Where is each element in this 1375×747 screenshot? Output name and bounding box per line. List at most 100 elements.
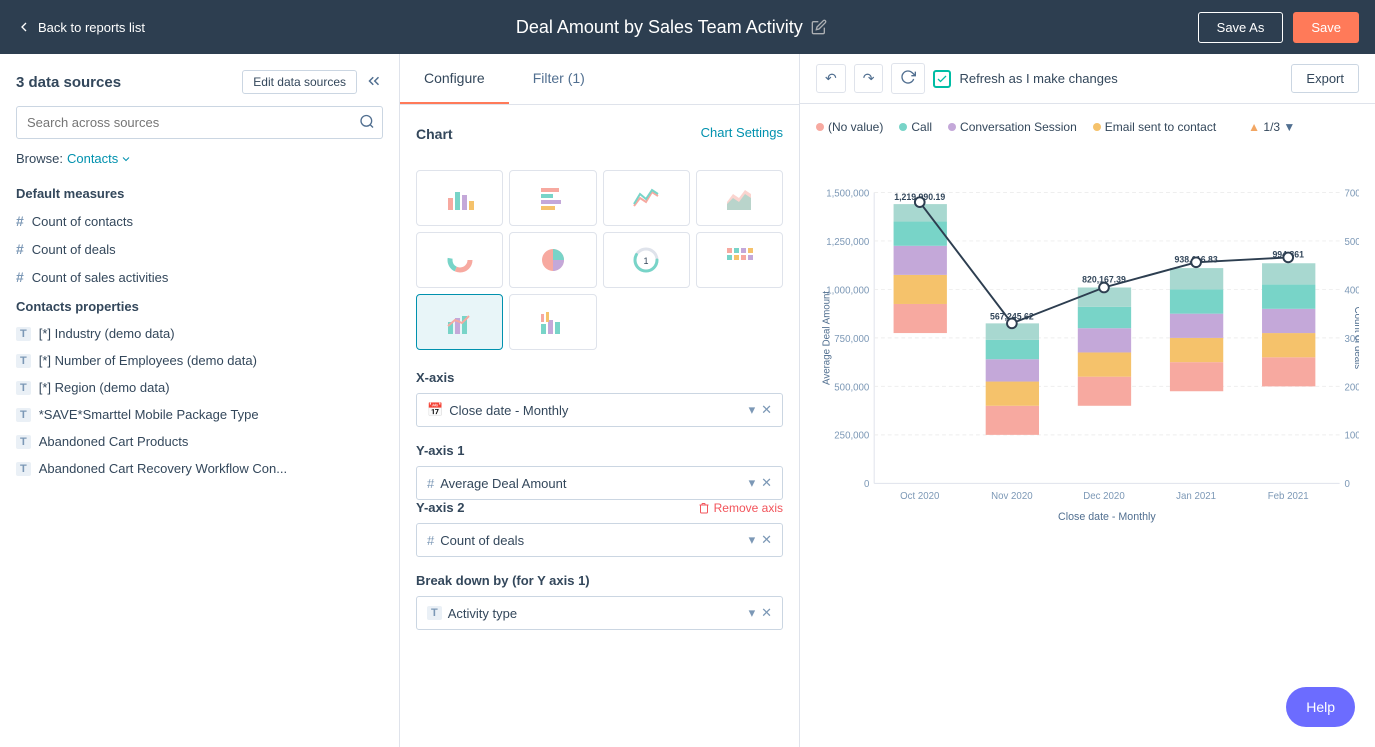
page-title: Deal Amount by Sales Team Activity: [516, 17, 827, 38]
close-icon[interactable]: ✕: [761, 475, 772, 491]
search-input[interactable]: [16, 106, 383, 139]
page-indicator: 1/3: [1263, 120, 1283, 134]
chart-type-number[interactable]: 1: [603, 232, 690, 288]
type-text-icon: T: [16, 354, 31, 368]
edit-icon[interactable]: [811, 19, 827, 35]
collapse-sidebar-button[interactable]: [365, 72, 383, 93]
y-axis-1-label: Y-axis 1: [416, 443, 783, 458]
bar-jan-2021: 938,116.83: [1170, 254, 1223, 391]
svg-text:500,000: 500,000: [834, 382, 870, 393]
search-box: [16, 106, 383, 139]
close-icon[interactable]: ✕: [761, 402, 772, 418]
svg-text:Count of deals: Count of deals: [1352, 307, 1359, 370]
type-text-icon: T: [16, 435, 31, 449]
chart-type-scatter[interactable]: [696, 232, 783, 288]
sidebar: 3 data sources Edit data sources Browse:…: [0, 54, 400, 747]
hash-icon: #: [16, 213, 24, 229]
bar-oct-2020: 1,219,990.19: [894, 192, 947, 333]
prop-region[interactable]: T [*] Region (demo data): [0, 374, 399, 401]
prop-smarttel[interactable]: T *SAVE*Smarttel Mobile Package Type: [0, 401, 399, 428]
svg-text:1,000,000: 1,000,000: [826, 285, 870, 296]
legend-item-call: Call: [899, 120, 932, 134]
browse-contacts-dropdown[interactable]: Contacts: [67, 151, 132, 166]
hash-icon: #: [16, 241, 24, 257]
breakdown-label: Break down by (for Y axis 1): [416, 573, 783, 588]
type-text-icon: T: [16, 462, 31, 476]
y-axis-2-dropdown[interactable]: # Count of deals ▾ ✕: [416, 523, 783, 557]
chart-type-pie[interactable]: [509, 232, 596, 288]
svg-text:1: 1: [644, 256, 649, 266]
legend-item-email: Email sent to contact: [1093, 120, 1216, 134]
svg-text:Jan 2021: Jan 2021: [1176, 491, 1216, 502]
chevron-down-icon: ▾: [749, 402, 756, 418]
tab-configure[interactable]: Configure: [400, 54, 509, 104]
chart-type-bar[interactable]: [416, 170, 503, 226]
chart-type-area[interactable]: [696, 170, 783, 226]
svg-text:Oct 2020: Oct 2020: [900, 491, 940, 502]
default-measures-title: Default measures: [0, 178, 399, 207]
x-axis-dropdown[interactable]: 📅 Close date - Monthly ▾ ✕: [416, 393, 783, 427]
tab-filter[interactable]: Filter (1): [509, 54, 609, 104]
svg-text:1,500,000: 1,500,000: [826, 188, 870, 199]
page-nav: ▲ 1/3 ▼: [1248, 120, 1295, 134]
legend-dot-call: [899, 123, 907, 131]
chart-type-hbar[interactable]: [509, 170, 596, 226]
svg-text:Feb 2021: Feb 2021: [1268, 491, 1309, 502]
measures-list: # Count of contacts # Count of deals # C…: [0, 207, 399, 291]
svg-text:400: 400: [1344, 285, 1359, 296]
top-nav: Back to reports list Deal Amount by Sale…: [0, 0, 1375, 54]
line-dot-feb: [1283, 253, 1293, 263]
svg-text:0: 0: [864, 479, 870, 490]
measure-count-deals[interactable]: # Count of deals: [0, 235, 399, 263]
top-actions: Save As Save: [1198, 12, 1359, 43]
measure-count-contacts[interactable]: # Count of contacts: [0, 207, 399, 235]
prop-employees[interactable]: T [*] Number of Employees (demo data): [0, 347, 399, 374]
prop-industry[interactable]: T [*] Industry (demo data): [0, 320, 399, 347]
chevron-down-icon: ▾: [749, 532, 756, 548]
tabs-row: Configure Filter (1): [400, 54, 799, 105]
prop-abandoned-cart-recovery[interactable]: T Abandoned Cart Recovery Workflow Con..…: [0, 455, 399, 482]
chart-section-label: Chart: [416, 126, 453, 142]
bar-nov-2020: 567,245.62: [986, 311, 1039, 434]
legend-dot-conversation: [948, 123, 956, 131]
back-button[interactable]: Back to reports list: [16, 19, 145, 35]
breakdown-dropdown[interactable]: T Activity type ▾ ✕: [416, 596, 783, 630]
checkbox-checked[interactable]: [933, 70, 951, 88]
chart-type-combo[interactable]: [416, 294, 503, 350]
center-panel: Configure Filter (1) Chart Chart Setting…: [400, 54, 800, 747]
chart-settings-link[interactable]: Chart Settings: [701, 125, 783, 140]
close-icon[interactable]: ✕: [761, 605, 772, 621]
remove-axis-button[interactable]: Remove axis: [698, 501, 783, 515]
search-icon-button[interactable]: [359, 113, 375, 132]
sidebar-header: 3 data sources Edit data sources: [0, 70, 399, 106]
chart-legend: (No value) Call Conversation Session Ema…: [816, 120, 1359, 134]
main-layout: 3 data sources Edit data sources Browse:…: [0, 54, 1375, 747]
line-dot-nov: [1007, 319, 1017, 329]
y-axis-1-dropdown[interactable]: # Average Deal Amount ▾ ✕: [416, 466, 783, 500]
chart-type-combo2[interactable]: [509, 294, 596, 350]
chevron-down-icon: ▾: [749, 475, 756, 491]
redo-button[interactable]: ↷: [854, 64, 884, 93]
edit-sources-button[interactable]: Edit data sources: [242, 70, 357, 94]
svg-text:250,000: 250,000: [834, 431, 870, 442]
undo-button[interactable]: ↶: [816, 64, 846, 93]
refresh-button[interactable]: [891, 63, 925, 94]
chart-type-line[interactable]: [603, 170, 690, 226]
legend-dot-no-value: [816, 123, 824, 131]
prop-abandoned-cart[interactable]: T Abandoned Cart Products: [0, 428, 399, 455]
line-dot-oct: [915, 197, 925, 207]
save-as-button[interactable]: Save As: [1198, 12, 1284, 43]
measure-count-sales-activities[interactable]: # Count of sales activities: [0, 263, 399, 291]
save-button[interactable]: Save: [1293, 12, 1359, 43]
browse-row: Browse: Contacts: [0, 151, 399, 178]
help-button[interactable]: Help: [1286, 687, 1355, 727]
chart-type-donut[interactable]: [416, 232, 503, 288]
type-text-icon: T: [16, 327, 31, 341]
legend-item-conversation: Conversation Session: [948, 120, 1077, 134]
close-icon[interactable]: ✕: [761, 532, 772, 548]
properties-list: T [*] Industry (demo data) T [*] Number …: [0, 320, 399, 482]
chevron-down-icon: ▾: [749, 605, 756, 621]
export-button[interactable]: Export: [1291, 64, 1359, 93]
svg-text:700: 700: [1344, 188, 1359, 199]
x-axis-label: X-axis: [416, 370, 783, 385]
